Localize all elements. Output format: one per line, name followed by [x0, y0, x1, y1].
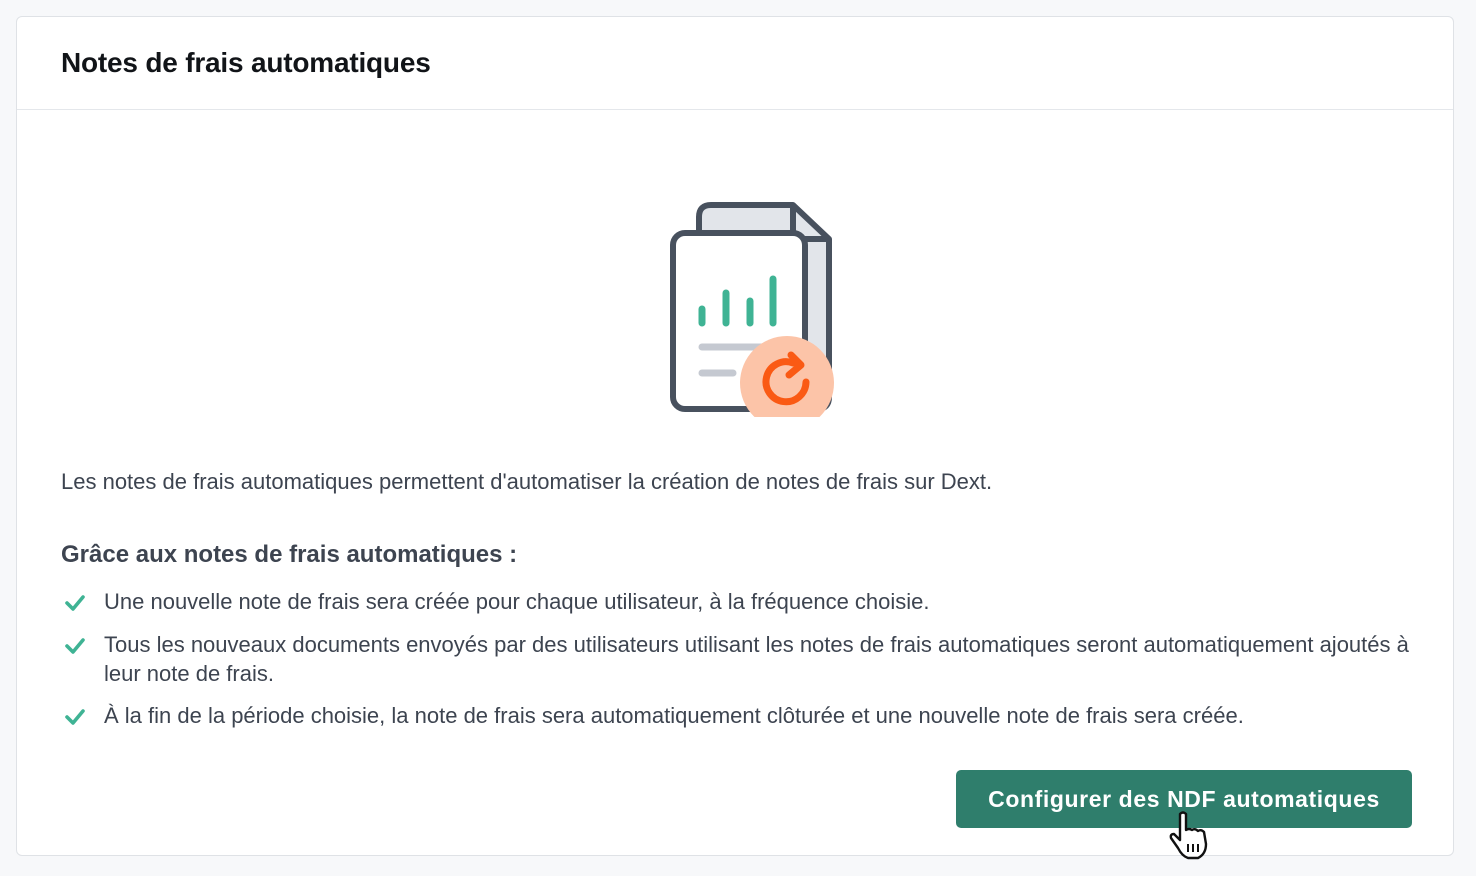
card-header: Notes de frais automatiques [17, 17, 1453, 110]
benefit-text: À la fin de la période choisie, la note … [104, 703, 1244, 728]
check-icon [65, 595, 85, 611]
list-item: Une nouvelle note de frais sera créée po… [61, 587, 1411, 617]
automatic-expense-notes-card: Notes de frais automatiques Les notes de… [16, 16, 1454, 856]
benefits-list: Une nouvelle note de frais sera créée po… [61, 587, 1411, 744]
benefits-title: Grâce aux notes de frais automatiques : [61, 541, 518, 568]
check-icon [65, 638, 85, 654]
check-icon [65, 709, 85, 725]
expense-report-refresh-illustration [670, 202, 834, 417]
page-title: Notes de frais automatiques [61, 47, 431, 78]
pointer-cursor-icon [1169, 811, 1208, 860]
benefit-text: Tous les nouveaux documents envoyés par … [104, 632, 1409, 686]
feature-description: Les notes de frais automatiques permette… [61, 469, 993, 494]
list-item: À la fin de la période choisie, la note … [61, 701, 1411, 731]
benefit-text: Une nouvelle note de frais sera créée po… [104, 589, 930, 614]
list-item: Tous les nouveaux documents envoyés par … [61, 630, 1411, 688]
